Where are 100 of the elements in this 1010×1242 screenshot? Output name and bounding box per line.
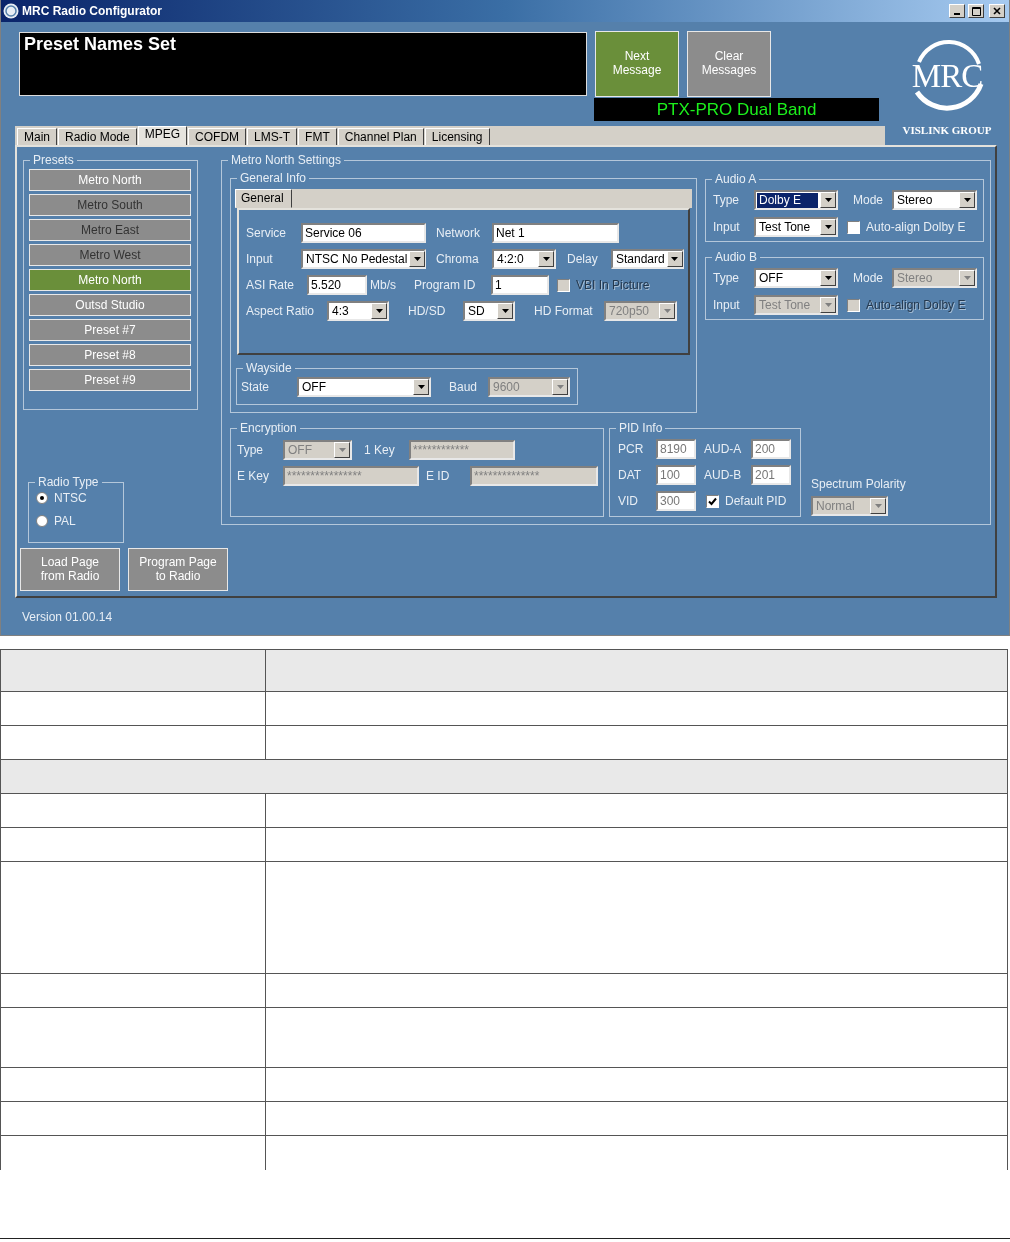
field-label: PCR bbox=[618, 441, 645, 458]
radio-button[interactable] bbox=[36, 491, 48, 504]
pid-field[interactable]: 201 bbox=[751, 465, 791, 485]
network-field[interactable]: Net 1 bbox=[492, 223, 619, 243]
delay-dropdown[interactable]: Standard bbox=[611, 249, 684, 269]
preset-button[interactable]: Preset #9 bbox=[29, 369, 191, 391]
checkbox-label: VBI In Picture bbox=[576, 277, 650, 294]
field-label: Type bbox=[713, 270, 740, 287]
group-title: Wayside bbox=[245, 361, 293, 375]
unit-label: Mb/s bbox=[370, 277, 397, 294]
field-label: E ID bbox=[426, 468, 451, 485]
tab[interactable]: General bbox=[235, 189, 292, 208]
field-label: Service bbox=[246, 225, 287, 242]
tab[interactable]: Channel Plan bbox=[337, 128, 424, 145]
field-label: VID bbox=[618, 493, 639, 510]
tab[interactable]: FMT bbox=[298, 128, 337, 145]
tab[interactable]: Radio Mode bbox=[58, 128, 137, 145]
preset-button[interactable]: Metro West bbox=[29, 244, 191, 266]
page-button[interactable]: Program Page to Radio bbox=[128, 548, 228, 591]
preset-button[interactable]: Outsd Studio bbox=[29, 294, 191, 316]
chroma-dropdown[interactable]: 4:2:0 bbox=[492, 249, 556, 269]
group-title: PID Info bbox=[618, 421, 664, 435]
preset-button[interactable]: Metro North bbox=[29, 269, 191, 291]
caret-icon bbox=[542, 257, 550, 261]
field-label: HD/SD bbox=[408, 303, 447, 320]
caret-icon bbox=[824, 198, 832, 202]
type-dropdown[interactable]: OFF bbox=[754, 268, 838, 288]
preset-button[interactable]: Metro South bbox=[29, 194, 191, 216]
field-label: DAT bbox=[618, 467, 643, 484]
minimize-button[interactable] bbox=[949, 4, 965, 18]
pid-field[interactable]: 300 bbox=[656, 491, 696, 511]
preset-button[interactable]: Metro North bbox=[29, 169, 191, 191]
caret-icon bbox=[824, 225, 832, 229]
state-dropdown[interactable]: OFF bbox=[297, 377, 431, 397]
field-label: Spectrum Polarity bbox=[811, 476, 906, 493]
version-label: Version 01.00.14 bbox=[22, 609, 114, 626]
input-dropdown[interactable]: Test Tone bbox=[754, 217, 838, 237]
field-label: HD Format bbox=[534, 303, 594, 320]
close-icon bbox=[993, 7, 1001, 15]
field-label: Delay bbox=[567, 251, 599, 268]
caret-icon bbox=[375, 309, 383, 313]
field-label: AUD-A bbox=[704, 441, 743, 458]
close-button[interactable] bbox=[989, 4, 1005, 18]
caret-icon bbox=[338, 448, 346, 452]
preset-button[interactable]: Preset #7 bbox=[29, 319, 191, 341]
maximize-icon bbox=[971, 6, 981, 16]
tab[interactable]: Licensing bbox=[424, 128, 490, 145]
field-label: Input bbox=[713, 219, 741, 236]
tab[interactable]: LMS-T bbox=[247, 128, 298, 145]
caret-icon bbox=[824, 303, 832, 307]
group-title: Encryption bbox=[239, 421, 298, 435]
option-label: NTSC bbox=[54, 489, 87, 507]
pid-field[interactable]: 8190 bbox=[656, 439, 696, 459]
pid-field[interactable]: 100 bbox=[656, 465, 696, 485]
tab[interactable]: COFDM bbox=[188, 128, 247, 145]
field-label: Aspect Ratio bbox=[246, 303, 316, 320]
radio-button[interactable] bbox=[36, 514, 48, 527]
group-title: General Info bbox=[239, 171, 308, 185]
program-id-field[interactable]: 1 bbox=[491, 275, 549, 295]
preset-button[interactable]: Metro East bbox=[29, 219, 191, 241]
tab[interactable]: MPEG bbox=[137, 126, 188, 145]
message-display: Preset Names Set bbox=[19, 32, 587, 96]
window-title: MRC Radio Configurator bbox=[22, 3, 163, 20]
group-title: Audio A bbox=[714, 172, 758, 186]
checkbox[interactable] bbox=[706, 494, 719, 508]
page-button[interactable]: Load Page from Radio bbox=[20, 548, 120, 591]
check-icon bbox=[708, 496, 717, 506]
input-dropdown[interactable]: NTSC No Pedestal bbox=[301, 249, 426, 269]
logo-tagline: VISLINK GROUP bbox=[902, 123, 992, 138]
preset-button[interactable]: Preset #8 bbox=[29, 344, 191, 366]
hd-sd-dropdown[interactable]: SD bbox=[463, 301, 515, 321]
field-label: E Key bbox=[237, 468, 270, 485]
field-label: Mode bbox=[853, 192, 885, 209]
pid-field[interactable]: 200 bbox=[751, 439, 791, 459]
field-label: State bbox=[241, 379, 271, 396]
field-label: Type bbox=[237, 442, 264, 459]
field-label: Mode bbox=[853, 270, 885, 287]
field-label: 1 Key bbox=[364, 442, 396, 459]
group-title: Radio Type bbox=[37, 475, 100, 489]
field-label: Input bbox=[713, 297, 741, 314]
aspect-ratio-dropdown[interactable]: 4:3 bbox=[327, 301, 389, 321]
field-label: Network bbox=[436, 225, 481, 242]
caret-icon bbox=[824, 276, 832, 280]
caret-icon bbox=[663, 309, 671, 313]
message-button[interactable]: Clear Messages bbox=[687, 31, 771, 97]
checkbox[interactable] bbox=[847, 220, 860, 234]
tab[interactable]: Main bbox=[17, 128, 57, 145]
caret-icon bbox=[874, 504, 882, 508]
group-title: Audio B bbox=[714, 250, 759, 264]
asi-rate-field[interactable]: 5.520 bbox=[307, 275, 367, 295]
checkbox-label: Auto-align Dolby E bbox=[866, 297, 966, 314]
logo-text: MRC bbox=[911, 59, 983, 93]
maximize-button[interactable] bbox=[968, 4, 984, 18]
message-button[interactable]: Next Message bbox=[595, 31, 679, 97]
field-label: Input bbox=[246, 251, 274, 268]
service-field[interactable]: Service 06 bbox=[301, 223, 426, 243]
mode-dropdown[interactable]: Stereo bbox=[892, 190, 977, 210]
type-dropdown[interactable]: Dolby E bbox=[754, 190, 838, 210]
caret-icon bbox=[413, 257, 421, 261]
caret-icon bbox=[671, 257, 679, 261]
